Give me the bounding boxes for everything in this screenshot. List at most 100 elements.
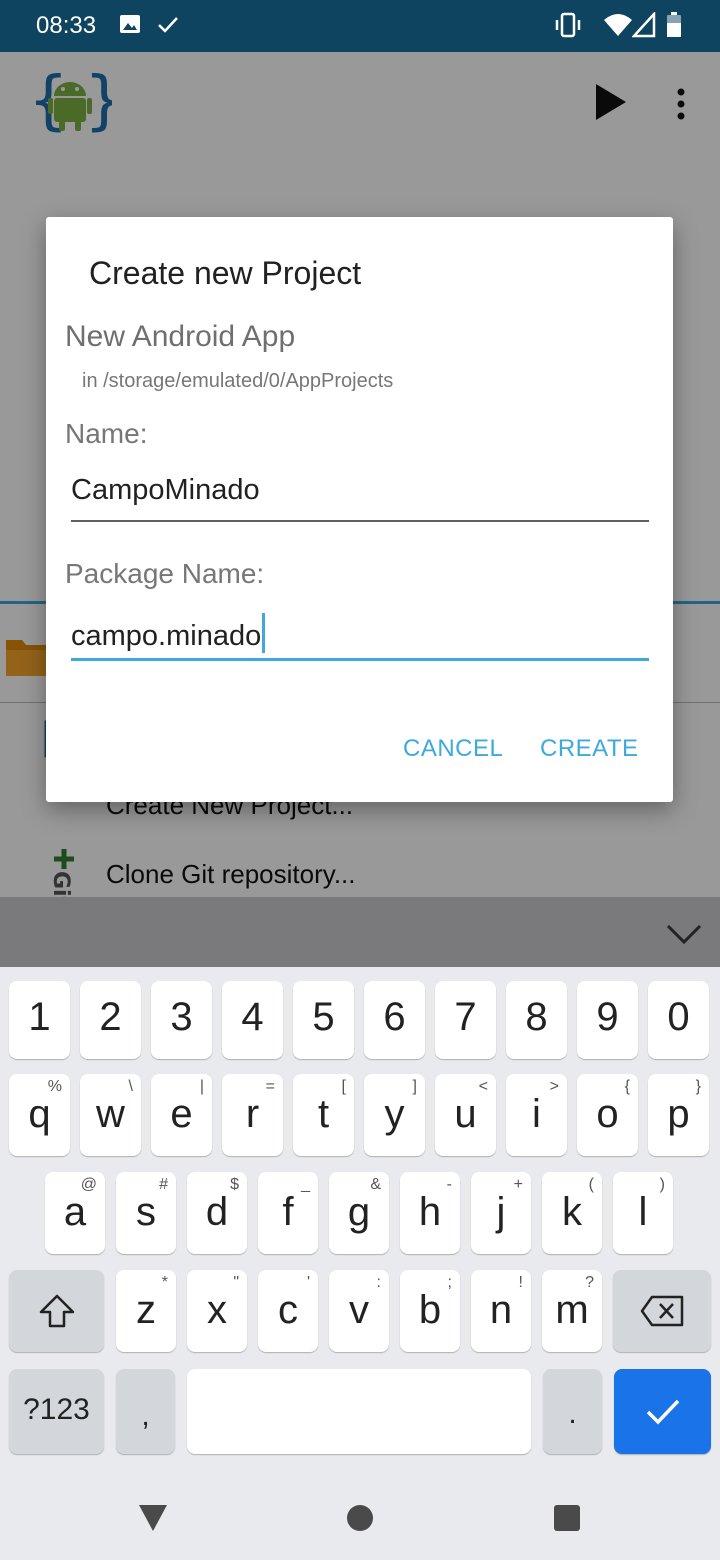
enter-check-icon — [646, 1399, 680, 1425]
backspace-icon — [640, 1295, 684, 1327]
key-label: 7 — [454, 995, 477, 1039]
key-secondary-label: ; — [447, 1274, 452, 1291]
home-icon[interactable] — [346, 1504, 374, 1532]
key-j[interactable]: j + — [471, 1172, 531, 1254]
status-time: 08:33 — [36, 12, 97, 39]
key-secondary-label: < — [478, 1078, 488, 1095]
key-label: 5 — [312, 995, 335, 1039]
key-secondary-label: $ — [230, 1176, 239, 1193]
key-s[interactable]: s # — [116, 1172, 176, 1254]
key-e[interactable]: e | — [151, 1074, 212, 1156]
key-label: i — [532, 1092, 541, 1136]
key-label: n — [489, 1288, 513, 1332]
key-secondary-label: } — [695, 1078, 701, 1095]
navigation-bar — [0, 1460, 720, 1560]
key-0[interactable]: 0 — [648, 981, 709, 1059]
key-label: s — [136, 1190, 156, 1234]
key-5[interactable]: 5 — [293, 981, 354, 1059]
key-secondary-label: " — [233, 1274, 239, 1291]
key-l[interactable]: l) — [613, 1172, 673, 1254]
key-c[interactable]: c ' — [258, 1270, 318, 1352]
key-9[interactable]: 9 — [577, 981, 638, 1059]
name-field[interactable]: CampoMinado — [71, 474, 649, 522]
key-r[interactable]: r = — [222, 1074, 283, 1156]
key-d[interactable]: d $ — [187, 1172, 247, 1254]
symbols-key[interactable]: ?123 — [9, 1369, 104, 1454]
period-key[interactable]: . — [543, 1369, 602, 1454]
create-button[interactable]: CREATE — [540, 735, 639, 763]
backspace-key[interactable] — [613, 1270, 711, 1352]
space-key[interactable] — [187, 1369, 531, 1454]
key-secondary-label: - — [446, 1176, 452, 1193]
key-label: l — [638, 1190, 648, 1234]
key-3[interactable]: 3 — [151, 981, 212, 1059]
key-y[interactable]: y] — [364, 1074, 425, 1156]
key-secondary-label: & — [370, 1176, 381, 1193]
keyboard-collapse-icon[interactable] — [664, 920, 704, 948]
key-6[interactable]: 6 — [364, 981, 425, 1059]
key-label: f — [282, 1190, 294, 1234]
symbols-key-label: ?123 — [23, 1393, 90, 1426]
key-label: 8 — [525, 995, 548, 1039]
key-x[interactable]: x " — [187, 1270, 247, 1352]
key-label: 9 — [596, 995, 619, 1039]
key-o[interactable]: o{ — [577, 1074, 638, 1156]
key-b[interactable]: b; — [400, 1270, 460, 1352]
key-a[interactable]: a @ — [45, 1172, 105, 1254]
back-icon[interactable] — [137, 1503, 169, 1533]
shift-key[interactable] — [9, 1270, 104, 1352]
key-z[interactable]: z * — [116, 1270, 176, 1352]
soft-keyboard: ?123 , . 1 2 3 4 5 6 7 8 9 0 q% w \ e | r = t[y] u < i > o{p} a… — [0, 967, 720, 1460]
comma-key[interactable]: , — [116, 1369, 175, 1454]
key-u[interactable]: u < — [435, 1074, 496, 1156]
key-secondary-label: > — [549, 1078, 559, 1095]
key-v[interactable]: v: — [329, 1270, 389, 1352]
key-label: w — [96, 1092, 125, 1136]
key-2[interactable]: 2 — [80, 981, 141, 1059]
image-icon — [120, 15, 140, 33]
key-i[interactable]: i > — [506, 1074, 567, 1156]
key-h[interactable]: h- — [400, 1172, 460, 1254]
key-label: j — [496, 1190, 506, 1234]
key-label: c — [278, 1288, 298, 1332]
dialog-title: Create new Project — [89, 255, 362, 291]
key-label: d — [205, 1190, 229, 1234]
key-p[interactable]: p} — [648, 1074, 709, 1156]
key-label: 6 — [383, 995, 406, 1039]
key-label: b — [418, 1288, 442, 1332]
key-secondary-label: ( — [588, 1176, 594, 1193]
key-g[interactable]: g & — [329, 1172, 389, 1254]
package-name-value: campo.minado — [71, 620, 262, 652]
key-7[interactable]: 7 — [435, 981, 496, 1059]
key-t[interactable]: t[ — [293, 1074, 354, 1156]
key-1[interactable]: 1 — [9, 981, 70, 1059]
key-label: v — [349, 1288, 369, 1332]
key-4[interactable]: 4 — [222, 981, 283, 1059]
recents-icon[interactable] — [553, 1504, 581, 1532]
key-secondary-label: # — [159, 1176, 168, 1193]
key-m[interactable]: m? — [542, 1270, 602, 1352]
key-w[interactable]: w \ — [80, 1074, 141, 1156]
signal-icon — [632, 12, 656, 38]
package-name-label: Package Name: — [65, 558, 265, 589]
key-secondary-label: \ — [128, 1078, 133, 1095]
status-bar: 08:33 — [0, 0, 720, 52]
key-secondary-label: ! — [518, 1274, 523, 1291]
key-secondary-label: ? — [585, 1274, 594, 1291]
key-label: a — [63, 1190, 87, 1234]
package-name-field[interactable]: campo.minado — [71, 613, 649, 661]
key-k[interactable]: k( — [542, 1172, 602, 1254]
enter-key[interactable] — [614, 1369, 711, 1454]
key-secondary-label: : — [376, 1274, 381, 1291]
key-label: p — [667, 1092, 690, 1136]
key-f[interactable]: f _ — [258, 1172, 318, 1254]
key-label: 2 — [99, 995, 122, 1039]
key-secondary-label: @ — [80, 1176, 97, 1193]
key-q[interactable]: q% — [9, 1074, 70, 1156]
key-secondary-label: * — [161, 1274, 168, 1291]
cancel-button[interactable]: CANCEL — [403, 735, 503, 763]
keyboard-header-strip — [0, 897, 720, 967]
key-n[interactable]: n! — [471, 1270, 531, 1352]
key-8[interactable]: 8 — [506, 981, 567, 1059]
key-label: g — [347, 1190, 371, 1234]
